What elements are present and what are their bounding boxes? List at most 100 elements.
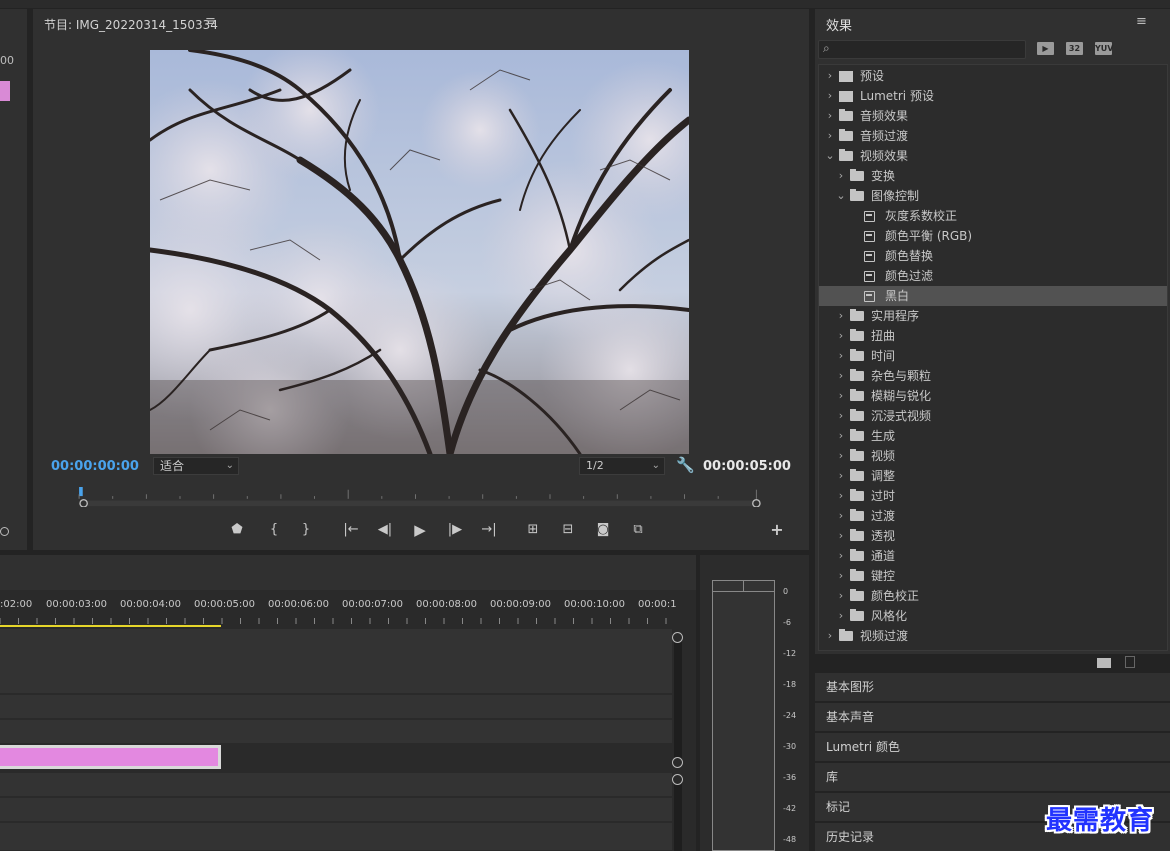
chevron-right-icon[interactable]: ›: [836, 466, 846, 486]
fit-dropdown[interactable]: 适合 ⌄: [153, 457, 239, 475]
accelerated-icon[interactable]: ▶: [1037, 42, 1054, 55]
chevron-right-icon[interactable]: ›: [836, 426, 846, 446]
effects-tree-item[interactable]: › 实用程序: [819, 306, 1167, 326]
extract-icon[interactable]: ⊟: [557, 519, 579, 541]
chevron-right-icon[interactable]: ›: [825, 106, 835, 126]
effects-tree-item[interactable]: › 变换: [819, 166, 1167, 186]
effects-tree-item[interactable]: 黑白: [819, 286, 1167, 306]
step-forward-icon[interactable]: |▶: [446, 519, 464, 541]
yuv-filter-button[interactable]: YUV: [1095, 42, 1113, 55]
effects-tree-item[interactable]: › 扭曲: [819, 326, 1167, 346]
panel-essential-sound[interactable]: 基本声音: [815, 703, 1170, 731]
video-clip[interactable]: [0, 745, 221, 769]
chevron-right-icon[interactable]: ›: [836, 586, 846, 606]
panel-libraries[interactable]: 库: [815, 763, 1170, 791]
effects-tree-item[interactable]: › 颜色校正: [819, 586, 1167, 606]
chevron-right-icon[interactable]: ›: [836, 306, 846, 326]
hamburger-icon[interactable]: ≡: [205, 14, 216, 29]
chevron-right-icon[interactable]: ›: [825, 86, 835, 106]
scroll-knob[interactable]: [672, 757, 683, 768]
scroll-knob[interactable]: [672, 774, 683, 785]
video-preview[interactable]: [150, 50, 689, 454]
chevron-right-icon[interactable]: ›: [836, 366, 846, 386]
effects-tree-item[interactable]: 颜色过滤: [819, 266, 1167, 286]
effects-tree-item[interactable]: ⌄ 视频效果: [819, 146, 1167, 166]
effects-tree-item[interactable]: › 生成: [819, 426, 1167, 446]
comparison-view-icon[interactable]: ⧉: [627, 519, 649, 541]
effects-tree-item[interactable]: › 音频过渡: [819, 126, 1167, 146]
effects-tree-item[interactable]: › Lumetri 预设: [819, 86, 1167, 106]
chevron-right-icon[interactable]: ›: [836, 526, 846, 546]
chevron-down-icon[interactable]: ⌄: [836, 186, 846, 206]
camera-icon[interactable]: ◙: [594, 519, 612, 541]
monitor-title[interactable]: 节目: IMG_20220314_150334: [44, 16, 218, 33]
chevron-down-icon[interactable]: ⌄: [825, 146, 835, 166]
chevron-right-icon[interactable]: ›: [825, 626, 835, 646]
hamburger-icon[interactable]: ≡: [1136, 14, 1147, 29]
effects-tree-item[interactable]: › 通道: [819, 546, 1167, 566]
effects-tree-item[interactable]: › 沉浸式视频: [819, 406, 1167, 426]
chevron-right-icon[interactable]: ›: [836, 326, 846, 346]
chevron-right-icon[interactable]: ›: [836, 546, 846, 566]
partial-clip[interactable]: [0, 81, 10, 101]
effects-tree-item[interactable]: › 调整: [819, 466, 1167, 486]
effects-tree-item[interactable]: › 杂色与颗粒: [819, 366, 1167, 386]
mark-out-icon[interactable]: }: [298, 519, 314, 541]
step-back-icon[interactable]: ◀|: [376, 519, 394, 541]
scroll-knob[interactable]: [672, 632, 683, 643]
chevron-right-icon[interactable]: ›: [836, 486, 846, 506]
effects-tree-item[interactable]: › 音频效果: [819, 106, 1167, 126]
trash-icon[interactable]: [1124, 656, 1135, 668]
panel-lumetri-color[interactable]: Lumetri 颜色: [815, 733, 1170, 761]
chevron-right-icon[interactable]: ›: [836, 346, 846, 366]
chevron-right-icon[interactable]: ›: [836, 566, 846, 586]
effects-tree-item[interactable]: › 视频过渡: [819, 626, 1167, 646]
chevron-right-icon[interactable]: ›: [836, 506, 846, 526]
go-to-out-icon[interactable]: →|: [479, 519, 499, 541]
monitor-time-ruler[interactable]: [45, 487, 795, 507]
effects-tree-item[interactable]: › 预设: [819, 66, 1167, 86]
chevron-right-icon[interactable]: ›: [836, 386, 846, 406]
effects-tree-item[interactable]: › 过时: [819, 486, 1167, 506]
effects-title[interactable]: 效果: [826, 15, 852, 34]
lift-icon[interactable]: ⊞: [522, 519, 544, 541]
timeline-ruler-ticks[interactable]: [0, 612, 676, 624]
video-track-3[interactable]: [0, 629, 672, 694]
audio-scrollbar[interactable]: [674, 780, 682, 851]
add-marker-icon[interactable]: ⬟: [229, 519, 245, 541]
effects-tree-item[interactable]: › 过渡: [819, 506, 1167, 526]
chevron-right-icon[interactable]: ›: [836, 446, 846, 466]
audio-track-2[interactable]: [0, 798, 672, 822]
effects-tree-item[interactable]: › 风格化: [819, 606, 1167, 626]
go-to-in-icon[interactable]: |←: [341, 519, 361, 541]
resolution-dropdown[interactable]: 1/2 ⌄: [579, 457, 665, 475]
effects-tree-item[interactable]: 颜色替换: [819, 246, 1167, 266]
chevron-right-icon[interactable]: ›: [836, 166, 846, 186]
effects-tree-item[interactable]: › 时间: [819, 346, 1167, 366]
panel-essential-graphics[interactable]: 基本图形: [815, 673, 1170, 701]
add-button-icon[interactable]: +: [769, 519, 785, 541]
play-icon[interactable]: ▶: [411, 519, 429, 541]
scroll-knob[interactable]: [0, 527, 9, 536]
effects-tree-item[interactable]: › 视频: [819, 446, 1167, 466]
work-area-bar[interactable]: [0, 625, 221, 627]
effects-tree-item[interactable]: › 模糊与锐化: [819, 386, 1167, 406]
new-folder-icon[interactable]: [1097, 658, 1111, 668]
effects-tree-item[interactable]: ⌄ 图像控制: [819, 186, 1167, 206]
effects-tree-item[interactable]: 颜色平衡 (RGB): [819, 226, 1167, 246]
wrench-icon[interactable]: 🔧: [676, 456, 695, 474]
search-input[interactable]: ⌕: [818, 40, 1026, 59]
audio-track-3[interactable]: [0, 823, 672, 851]
chevron-right-icon[interactable]: ›: [836, 406, 846, 426]
effects-tree-item[interactable]: 灰度系数校正: [819, 206, 1167, 226]
effects-tree-item[interactable]: › 透视: [819, 526, 1167, 546]
chevron-right-icon[interactable]: ›: [836, 606, 846, 626]
current-timecode[interactable]: 00:00:00:00: [51, 459, 139, 474]
video-scrollbar[interactable]: [674, 637, 682, 761]
effects-tree-item[interactable]: › 键控: [819, 566, 1167, 586]
32bit-filter-button[interactable]: 32: [1066, 42, 1083, 55]
video-track-2[interactable]: [0, 695, 672, 719]
video-track-1[interactable]: [0, 720, 672, 744]
chevron-right-icon[interactable]: ›: [825, 66, 835, 86]
chevron-right-icon[interactable]: ›: [825, 126, 835, 146]
